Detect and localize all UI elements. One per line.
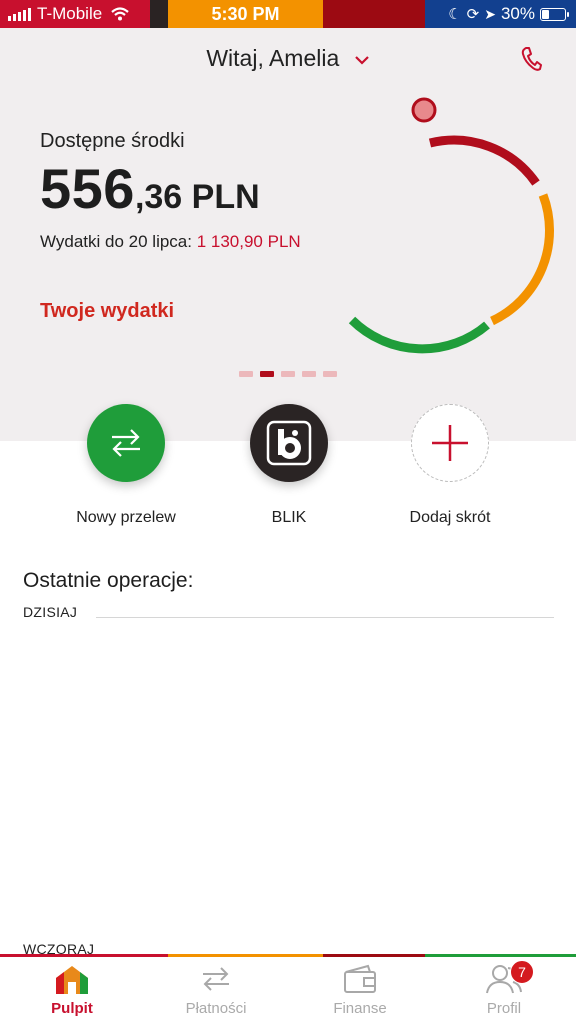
carousel-dot[interactable] bbox=[302, 371, 316, 377]
blik-button[interactable]: BLIK bbox=[214, 404, 364, 527]
ring-marker bbox=[411, 97, 437, 123]
add-shortcut-circle[interactable] bbox=[411, 404, 489, 482]
status-carrier-area: T-Mobile bbox=[0, 0, 150, 28]
new-transfer-circle[interactable] bbox=[87, 404, 165, 482]
signal-icon bbox=[8, 7, 31, 21]
spending-amount: 1 130,90 PLN bbox=[196, 232, 301, 251]
balance-integer: 556 bbox=[40, 157, 135, 220]
carousel-dot[interactable] bbox=[323, 371, 337, 377]
rotation-lock-icon: ⟳ bbox=[466, 6, 480, 23]
wifi-icon bbox=[111, 7, 129, 21]
divider bbox=[96, 617, 554, 618]
greeting-text: Witaj, Amelia bbox=[206, 45, 340, 71]
spending-ring-chart bbox=[348, 97, 554, 354]
home-icon bbox=[56, 966, 88, 994]
transfer-arrows-icon bbox=[112, 429, 140, 457]
tab-platnosci[interactable]: Płatności bbox=[144, 957, 288, 1024]
status-icons: ☾ ⟳ ➤ 30% bbox=[425, 0, 576, 28]
tab-bar: Pulpit Płatności Finanse 7 Profil bbox=[0, 957, 576, 1024]
blik-logo-icon bbox=[266, 420, 312, 466]
add-shortcut-label: Dodaj skrót bbox=[409, 509, 491, 526]
tab-finanse-label: Finanse bbox=[333, 1000, 387, 1017]
carrier-name: T-Mobile bbox=[37, 4, 103, 23]
carousel-dot[interactable] bbox=[239, 371, 253, 377]
carousel-dot-active[interactable] bbox=[260, 371, 274, 377]
location-icon: ➤ bbox=[484, 5, 496, 22]
notification-badge: 7 bbox=[510, 960, 534, 984]
tab-profil-label: Profil bbox=[486, 1000, 522, 1017]
your-spending-link[interactable]: Twoje wydatki bbox=[40, 300, 174, 323]
balance-amount: 556,36 PLN bbox=[40, 156, 260, 221]
spending-label: Wydatki do 20 lipca: bbox=[40, 232, 197, 251]
tab-platnosci-label: Płatności bbox=[185, 1000, 247, 1017]
transfer-arrows-icon bbox=[203, 967, 229, 991]
tab-pulpit-label: Pulpit bbox=[51, 1000, 93, 1017]
tab-profil[interactable]: 7 Profil bbox=[432, 957, 576, 1024]
add-shortcut-button[interactable]: Dodaj skrót bbox=[375, 404, 525, 527]
status-time: 5:30 PM bbox=[168, 0, 323, 28]
battery-percent: 30% bbox=[500, 4, 535, 23]
ring-segment-red bbox=[428, 135, 540, 186]
moon-icon: ☾ bbox=[448, 6, 462, 23]
blik-circle[interactable] bbox=[250, 404, 328, 482]
status-bar: T-Mobile 5:30 PM ☾ ⟳ ➤ 30% bbox=[0, 0, 576, 28]
balance-decimal: ,36 PLN bbox=[134, 178, 260, 216]
carousel-dot[interactable] bbox=[281, 371, 295, 377]
blik-label: BLIK bbox=[271, 509, 307, 526]
plus-icon bbox=[432, 425, 468, 461]
new-transfer-button[interactable]: Nowy przelew bbox=[51, 404, 201, 527]
chevron-down-icon bbox=[354, 56, 369, 65]
battery-icon bbox=[540, 7, 569, 21]
balance-card: Witaj, Amelia Dostępne środki 556,36 PLN… bbox=[0, 28, 576, 441]
phone-icon[interactable] bbox=[520, 46, 542, 72]
ring-segment-green bbox=[348, 316, 490, 354]
tab-finanse[interactable]: Finanse bbox=[288, 957, 432, 1024]
carousel-dots[interactable] bbox=[239, 371, 337, 377]
wallet-icon bbox=[344, 964, 376, 993]
available-funds-label: Dostępne środki bbox=[40, 130, 185, 152]
section-today: DZISIAJ bbox=[23, 604, 78, 620]
tab-pulpit[interactable]: Pulpit bbox=[0, 957, 144, 1024]
ring-segment-orange bbox=[490, 193, 554, 326]
recent-operations-title: Ostatnie operacje: bbox=[23, 569, 194, 592]
account-switcher[interactable]: Witaj, Amelia bbox=[0, 45, 576, 72]
new-transfer-label: Nowy przelew bbox=[76, 509, 176, 526]
spending-summary: Wydatki do 20 lipca: 1 130,90 PLN bbox=[40, 232, 301, 252]
